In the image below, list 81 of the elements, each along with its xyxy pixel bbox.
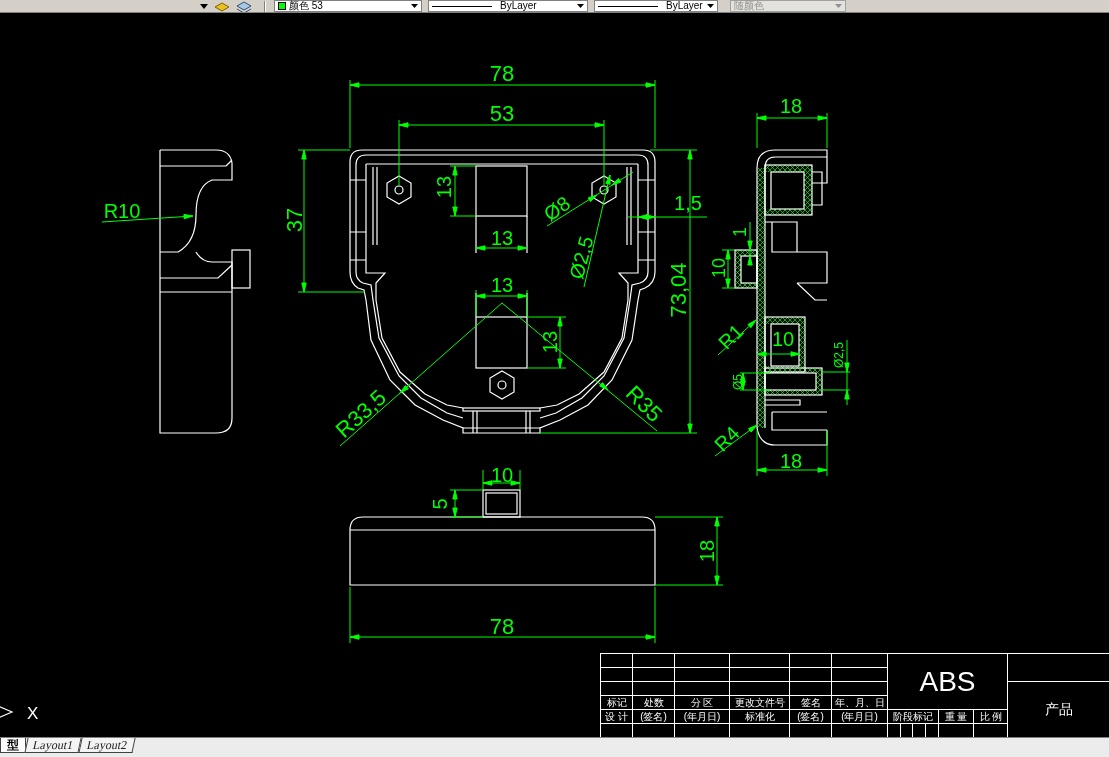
dimension-text: Ø2,5 bbox=[832, 342, 847, 368]
title-block-cell bbox=[831, 681, 887, 695]
dropdown-arrow-icon bbox=[707, 4, 714, 8]
dimension-text: 13 bbox=[490, 227, 514, 250]
title-block-label: 处数 bbox=[632, 695, 674, 709]
dropdown-label: ByLayer bbox=[500, 0, 537, 12]
dimension-text: 5 bbox=[429, 498, 452, 510]
color-swatch-icon bbox=[278, 2, 286, 10]
title-block-cell bbox=[674, 667, 729, 681]
title-block-cell bbox=[632, 667, 674, 681]
title-block-cell bbox=[600, 653, 632, 667]
title-block-label: (年月日) bbox=[674, 709, 729, 723]
title-block-cell bbox=[632, 681, 674, 695]
dropdown-arrow-icon bbox=[411, 4, 418, 8]
title-block-label: 设 计 bbox=[600, 709, 632, 723]
title-block-label: 重 量 bbox=[938, 710, 973, 723]
title-block-label: 标记 bbox=[600, 695, 632, 709]
dimension-text: 13 bbox=[539, 330, 562, 354]
dimension-text: 18 bbox=[779, 450, 803, 473]
dimension-text: 13 bbox=[490, 274, 514, 297]
dropdown-arrow-icon bbox=[835, 4, 842, 8]
title-block-label: (签名) bbox=[789, 709, 831, 723]
title-block-cell bbox=[789, 667, 831, 681]
dimension-text: 1 bbox=[729, 227, 750, 237]
dimension-text: 73,04 bbox=[665, 262, 691, 318]
dropdown-arrow-icon bbox=[577, 4, 584, 8]
dimension-text: 10 bbox=[771, 328, 795, 351]
layers-icon[interactable] bbox=[214, 0, 230, 12]
dimension-text: 78 bbox=[489, 60, 515, 86]
line-sample-icon bbox=[598, 5, 658, 7]
dimension-text: 18 bbox=[779, 95, 803, 118]
dimension-text: Ø2,5 bbox=[565, 233, 598, 282]
dimension-text: 53 bbox=[489, 100, 515, 126]
dimension-text: R35 bbox=[621, 380, 668, 427]
title-block-label: 标准化 bbox=[729, 709, 789, 723]
dimension-text: 78 bbox=[489, 613, 515, 639]
title-block-label: (年月日) bbox=[831, 709, 887, 723]
linetype-dropdown[interactable]: ByLayer bbox=[428, 0, 588, 12]
title-block-label: 更改文件号 bbox=[729, 695, 789, 709]
title-block-cell bbox=[789, 653, 831, 667]
title-block-cell bbox=[632, 653, 674, 667]
color-label: 颜色 53 bbox=[289, 0, 323, 12]
color-dropdown[interactable]: 颜色 53 bbox=[274, 0, 422, 12]
layout-tab[interactable]: Layout1 bbox=[24, 738, 82, 753]
title-block-label: 签名 bbox=[789, 695, 831, 709]
title-block-cell bbox=[789, 681, 831, 695]
dimension-text: Ø8 bbox=[539, 191, 575, 226]
dimension-text: 10 bbox=[708, 258, 729, 278]
lineweight-dropdown[interactable]: ByLayer bbox=[594, 0, 718, 12]
title-block-cell bbox=[831, 653, 887, 667]
title-block-cell bbox=[600, 681, 632, 695]
title-block-cell bbox=[600, 667, 632, 681]
title-block-cell bbox=[831, 667, 887, 681]
dimension-text: Ø5 bbox=[731, 374, 746, 390]
dropdown-label: ByLayer bbox=[666, 0, 703, 12]
line-sample-icon bbox=[432, 5, 492, 7]
layout-tab[interactable]: 型 bbox=[0, 738, 26, 753]
dimension-text: 13 bbox=[433, 175, 456, 199]
title-block-cell bbox=[674, 681, 729, 695]
title-block-label: 比 例 bbox=[973, 710, 1008, 723]
title-block-cell bbox=[674, 653, 729, 667]
material-text: ABS bbox=[887, 653, 1007, 709]
title-block-label: 年、月、日 bbox=[831, 695, 887, 709]
title-block-cell bbox=[729, 653, 789, 667]
title-block-label: (签名) bbox=[632, 709, 674, 723]
dropdown-label: 随颜色 bbox=[734, 0, 764, 12]
title-block-label: 阶段标记 bbox=[892, 710, 934, 723]
dimension-text: 18 bbox=[696, 539, 719, 563]
layers-stack-icon[interactable] bbox=[236, 0, 252, 12]
layout-tab[interactable]: Layout2 bbox=[78, 738, 136, 753]
dimension-text: 10 bbox=[490, 464, 514, 487]
title-block-cell bbox=[729, 667, 789, 681]
title-block-cell bbox=[729, 681, 789, 695]
dimension-text: R4 bbox=[709, 421, 744, 456]
dimension-text: R10 bbox=[103, 200, 141, 223]
dimension-text: 1,5 bbox=[674, 192, 702, 215]
dimension-text: 37 bbox=[281, 207, 307, 233]
dimension-text: R1 bbox=[713, 319, 748, 354]
title-block-label: 分 区 bbox=[674, 695, 729, 709]
ucs-axis-label: X bbox=[27, 704, 39, 723]
dropdown-arrow-icon[interactable] bbox=[200, 3, 208, 9]
